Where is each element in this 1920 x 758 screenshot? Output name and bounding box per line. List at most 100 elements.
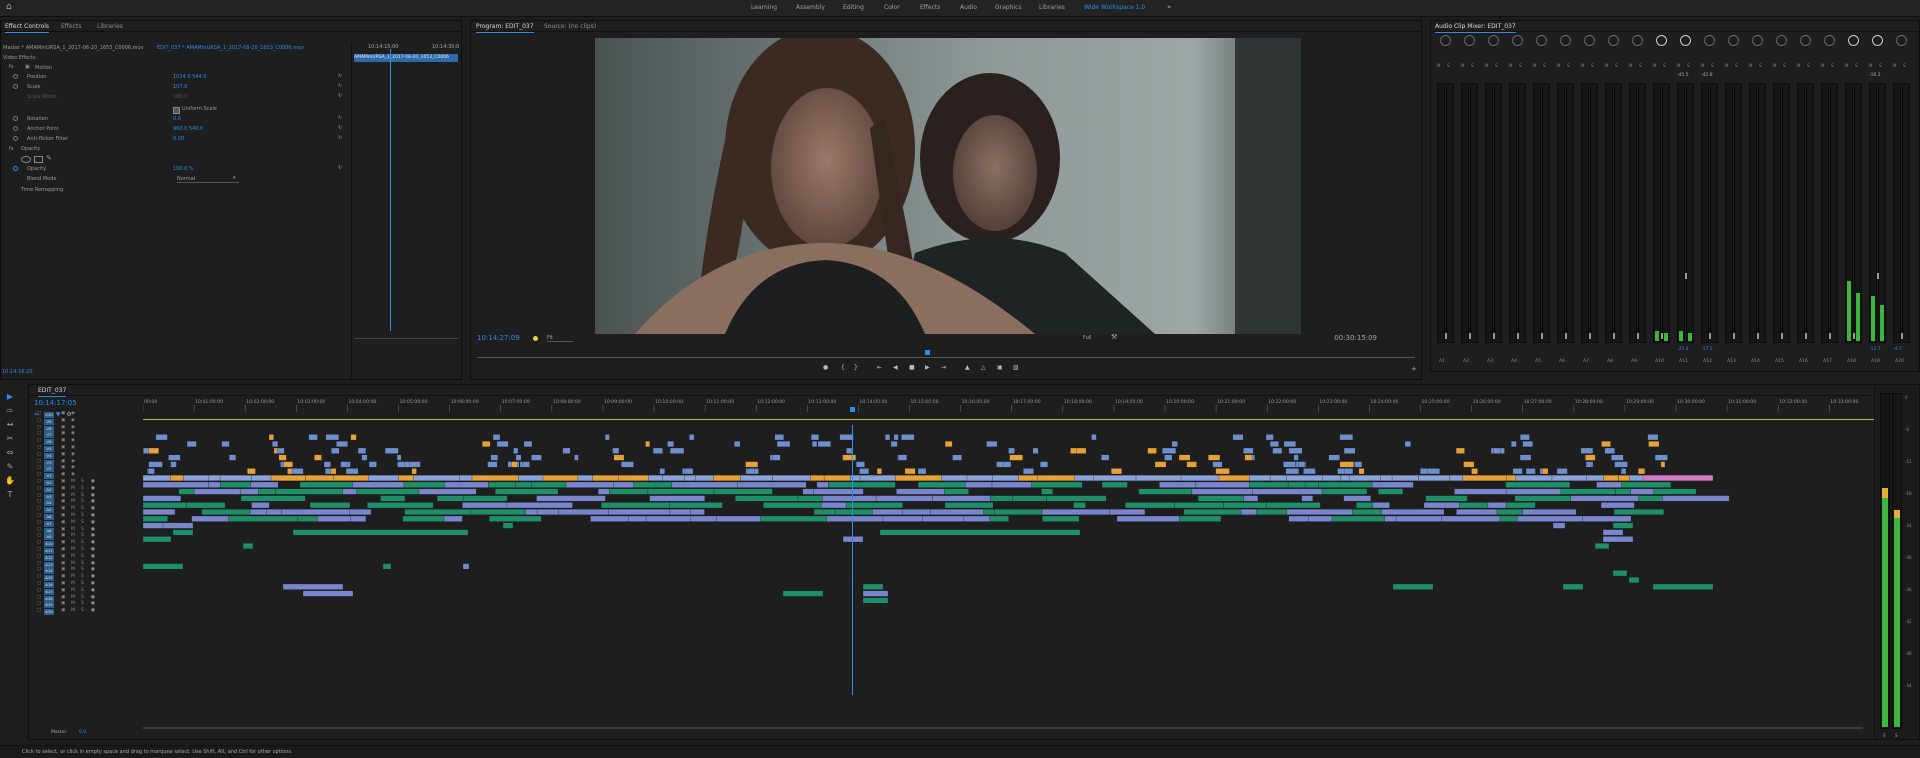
lock-icon[interactable]: ▢ [37,418,41,423]
timeline-clip[interactable] [876,468,882,475]
timeline-clip[interactable] [502,522,514,529]
timeline-clip[interactable] [1266,502,1321,509]
eye-icon[interactable]: ◉ [71,445,75,450]
timeline-clip[interactable] [621,461,634,468]
lock-icon[interactable]: ▢ [37,608,41,613]
timeline-clip[interactable] [1018,475,1038,482]
workspace-libraries[interactable]: Libraries [1039,4,1065,11]
timeline-clip[interactable] [1348,475,1381,482]
quality-select[interactable]: Full [1083,335,1092,341]
timeline-clip[interactable] [1243,447,1254,454]
timeline-clip[interactable] [270,475,306,482]
solo-button[interactable]: S [1855,63,1858,68]
timeline-clip[interactable] [684,468,694,475]
timeline-clip[interactable] [1252,488,1323,495]
volume-fader[interactable] [1613,333,1615,339]
timeline-clip[interactable] [1041,488,1053,495]
mic-icon[interactable]: ● [91,540,95,545]
step-back-icon[interactable]: ◀ [893,364,898,371]
timeline-clip[interactable] [1135,475,1182,482]
volume-fader[interactable] [1517,333,1519,339]
timeline-clip[interactable] [966,475,993,482]
mic-icon[interactable]: ● [91,486,95,491]
timeline-clip[interactable] [1511,441,1517,448]
timeline-clip[interactable] [1618,475,1630,482]
timeline-clip[interactable] [1404,441,1411,448]
timeline-clip[interactable] [917,481,966,488]
timeline-clip[interactable] [813,508,836,515]
volume-fader[interactable] [1829,333,1831,339]
timeline-clip[interactable] [1630,488,1655,495]
timeline-clip[interactable] [148,447,160,454]
track-name[interactable]: V4 [44,452,54,459]
timeline-clip[interactable] [1304,481,1319,488]
timeline-clip[interactable] [941,475,968,482]
track-name[interactable]: A12 [44,554,54,561]
timeline-clip[interactable] [1288,447,1303,454]
program-timecode[interactable]: 10:14:27:09 [477,334,520,342]
timeline-clip[interactable] [1301,495,1314,502]
timeline-clip[interactable] [745,461,759,468]
volume-fader[interactable] [1757,333,1759,339]
timeline-clip[interactable] [1462,475,1507,482]
timeline-clip[interactable] [1596,481,1622,488]
timeline-clip[interactable] [671,481,738,488]
timeline-clip[interactable] [1159,481,1197,488]
eye-icon[interactable]: ◉ [71,452,75,457]
timeline-clip[interactable] [1354,461,1363,468]
track-name[interactable]: A10 [44,541,54,548]
timeline-clip[interactable] [1031,481,1083,488]
master-clip-label[interactable]: Master * AMAMmURSA_1_2017-08-20_1653_C00… [3,45,144,51]
reset-icon[interactable]: ↻ [338,125,342,131]
solo-button[interactable]: S [81,486,84,491]
reset-icon[interactable]: ↻ [338,73,342,79]
sync-lock-icon[interactable]: ▣ [61,425,65,430]
mic-icon[interactable]: ● [91,506,95,511]
eye-icon[interactable]: ◉ [71,459,75,464]
timeline-clip[interactable] [862,597,889,604]
timeline-clip[interactable] [155,434,168,441]
sync-lock-icon[interactable]: ▣ [61,465,65,470]
mute-button[interactable]: M [71,499,75,504]
timeline-clip[interactable] [1074,475,1094,482]
sequence-clip-label[interactable]: EDIT_037 * AMAMmURSA_1_2017-08-20_1653_C… [157,45,304,51]
mute-button[interactable]: M [1845,63,1848,68]
timeline-clip[interactable] [1463,461,1475,468]
timeline-clip[interactable] [1522,508,1577,515]
timeline-clip[interactable] [898,454,908,461]
timeline-clip[interactable] [1321,488,1368,495]
timeline-clip[interactable] [1256,508,1287,515]
sync-lock-icon[interactable]: ▣ [61,540,65,545]
sync-lock-icon[interactable]: ▣ [61,554,65,559]
timeline-clip[interactable] [350,434,357,441]
lock-icon[interactable]: ▢ [37,479,41,484]
timeline-clip[interactable] [333,475,369,482]
sync-lock-icon[interactable]: ▣ [61,513,65,518]
timeline-clip[interactable] [143,515,168,522]
mute-button[interactable]: M [1557,63,1560,68]
timeline-clip[interactable] [835,508,873,515]
timeline-clip[interactable] [221,441,230,448]
timeline-clip[interactable] [811,441,818,448]
timeline-clip[interactable] [470,508,526,515]
lift-icon[interactable]: ▲ [965,364,970,371]
timeline-clip[interactable] [577,475,593,482]
timeline-clip[interactable] [1505,502,1536,509]
eye-icon[interactable]: ◉ [71,472,75,477]
pan-knob[interactable] [1536,35,1547,46]
selection-tool-icon[interactable]: ▶ [5,392,15,402]
timeline-clip[interactable] [1110,468,1122,475]
timeline-clip[interactable] [1586,475,1604,482]
tab-effects[interactable]: Effects [61,23,81,30]
mute-button[interactable]: M [71,506,75,511]
mute-button[interactable]: M [1701,63,1704,68]
timeline-clip[interactable] [1154,461,1167,468]
track-name[interactable]: A19 [44,602,54,609]
pan-knob[interactable] [1800,35,1811,46]
pan-knob[interactable] [1704,35,1715,46]
mute-button[interactable]: M [1749,63,1752,68]
pan-knob[interactable] [1752,35,1763,46]
timeline-clip[interactable] [1008,447,1015,454]
mute-button[interactable]: M [71,486,75,491]
timeline-clip[interactable] [659,468,665,475]
